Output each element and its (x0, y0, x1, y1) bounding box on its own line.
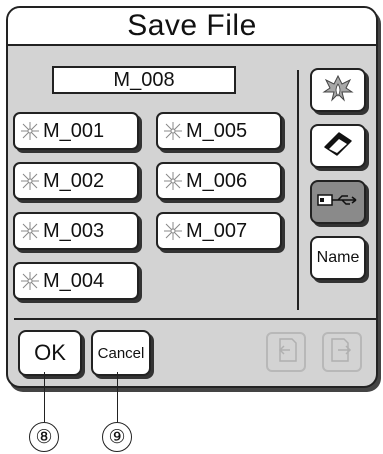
file-label: M_005 (186, 119, 248, 142)
name-button[interactable]: Name (310, 236, 366, 280)
divider-horizontal (14, 318, 376, 320)
flower-icon (162, 120, 184, 142)
file-label: M_007 (186, 219, 248, 242)
flower-icon (19, 170, 41, 192)
file-button-m002[interactable]: M_002 (13, 162, 139, 200)
save-file-dialog: Save File M_008 M_001 M_002 M_003 M_004 (6, 6, 378, 388)
file-button-m003[interactable]: M_003 (13, 212, 139, 250)
file-button-m005[interactable]: M_005 (156, 112, 282, 150)
callout-line-ok (44, 372, 45, 422)
flower-icon (19, 220, 41, 242)
usb-icon (316, 192, 360, 213)
callout-8: ⑧ (29, 422, 59, 452)
flower-icon (19, 270, 41, 292)
cancel-button[interactable]: Cancel (91, 330, 151, 376)
callout-9: ⑨ (102, 422, 132, 452)
file-label: M_001 (43, 119, 105, 142)
dialog-title: Save File (127, 9, 257, 42)
file-button-m006[interactable]: M_006 (156, 162, 282, 200)
eraser-button[interactable] (310, 124, 366, 168)
filename-field[interactable]: M_008 (52, 66, 236, 94)
prev-page-button[interactable] (266, 332, 306, 372)
file-label: M_006 (186, 169, 248, 192)
usb-button[interactable] (310, 180, 366, 224)
prev-page-icon (274, 337, 298, 368)
flower-icon (162, 170, 184, 192)
callout-line-cancel (117, 372, 118, 422)
eraser-icon (321, 129, 355, 164)
embroidery-icon (320, 72, 356, 109)
flower-icon (162, 220, 184, 242)
file-label: M_003 (43, 219, 105, 242)
next-page-button[interactable] (322, 332, 362, 372)
file-button-m007[interactable]: M_007 (156, 212, 282, 250)
next-page-icon (330, 337, 354, 368)
file-button-m004[interactable]: M_004 (13, 262, 139, 300)
file-button-m001[interactable]: M_001 (13, 112, 139, 150)
title-bar: Save File (8, 8, 376, 46)
machine-memory-button[interactable] (310, 68, 366, 112)
divider-vertical (297, 70, 299, 310)
file-label: M_002 (43, 169, 105, 192)
flower-icon (19, 120, 41, 142)
ok-button[interactable]: OK (18, 330, 82, 376)
file-label: M_004 (43, 269, 105, 292)
